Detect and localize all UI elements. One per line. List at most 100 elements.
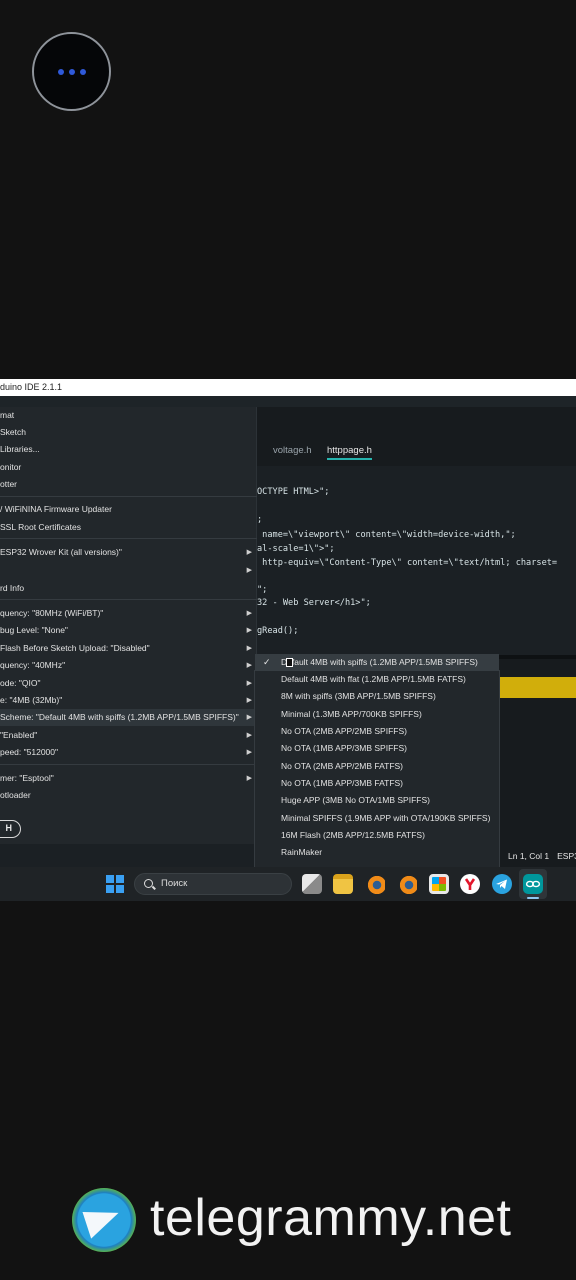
menu-item-burn-bootloader[interactable]: otloader bbox=[0, 787, 257, 804]
microsoft-store-icon[interactable] bbox=[429, 874, 449, 894]
partition-option[interactable]: Default 4MB with ffat (1.2MB APP/1.5MB F… bbox=[255, 671, 499, 688]
search-label: Поиск bbox=[161, 878, 188, 889]
code-line: OCTYPE HTML>"; bbox=[257, 487, 330, 497]
option-label: No OTA (2MB APP/2MB FATFS) bbox=[281, 761, 404, 771]
menu-item-partition-scheme[interactable]: Scheme: "Default 4MB with spiffs (1.2MB … bbox=[0, 709, 257, 726]
partition-option[interactable]: 16M Flash (2MB APP/12.5MB FATFS) bbox=[255, 827, 499, 844]
search-icon bbox=[144, 879, 153, 888]
partition-option[interactable]: No OTA (1MB APP/3MB SPIFFS) bbox=[255, 740, 499, 757]
partition-option[interactable]: No OTA (2MB APP/2MB FATFS) bbox=[255, 758, 499, 775]
menu-item-archive-sketch[interactable]: Sketch bbox=[0, 424, 257, 441]
menu-item-programmer[interactable]: mer: "Esptool" ▶ bbox=[0, 770, 257, 787]
code-line: ; bbox=[257, 515, 263, 525]
menu-separator bbox=[0, 496, 257, 497]
partition-option[interactable]: No OTA (1MB APP/3MB FATFS) bbox=[255, 775, 499, 792]
yandex-browser-icon[interactable] bbox=[460, 874, 480, 894]
submenu-arrow-icon: ▶ bbox=[246, 567, 252, 574]
watermark: telegrammy.net bbox=[72, 1186, 572, 1256]
menu-item-board[interactable]: ESP32 Wrover Kit (all versions)" ▶ bbox=[0, 544, 257, 561]
partition-option[interactable]: RainMaker bbox=[255, 844, 499, 861]
blender-icon[interactable] bbox=[365, 874, 385, 894]
partition-scheme-submenu: ✓ Default 4MB with spiffs (1.2MB APP/1.5M… bbox=[254, 654, 500, 884]
menu-item-debug-level[interactable]: bug Level: "None" ▶ bbox=[0, 622, 257, 639]
menu-item-label: otloader bbox=[0, 790, 31, 800]
more-options-button[interactable] bbox=[32, 32, 111, 111]
tools-menu: mat Sketch Libraries... onitor otter / W… bbox=[0, 407, 257, 877]
menu-item-label: e: "4MB (32Mb)" bbox=[0, 695, 63, 705]
menu-item-label: Flash Before Sketch Upload: "Disabled" bbox=[0, 643, 150, 653]
task-view-icon[interactable] bbox=[302, 874, 322, 894]
option-label: Huge APP (3MB No OTA/1MB SPIFFS) bbox=[281, 795, 430, 805]
menu-item-label: quency: "80MHz (WiFi/BT)" bbox=[0, 608, 104, 618]
menu-item-board-info[interactable]: rd Info bbox=[0, 580, 257, 597]
menu-item-label: mer: "Esptool" bbox=[0, 773, 54, 783]
code-line: gRead(); bbox=[257, 626, 299, 636]
option-label: Minimal (1.3MB APP/700KB SPIFFS) bbox=[281, 709, 422, 719]
menu-item-flash-frequency[interactable]: quency: "40MHz" ▶ bbox=[0, 657, 257, 674]
watermark-text: telegrammy.net bbox=[150, 1189, 512, 1247]
menu-item-flash-size[interactable]: e: "4MB (32Mb)" ▶ bbox=[0, 692, 257, 709]
menu-item-label: onitor bbox=[0, 462, 22, 472]
menu-item-label: Scheme: "Default 4MB with spiffs (1.2MB … bbox=[0, 712, 239, 722]
menu-item-firmware-updater[interactable]: / WiFiNINA Firmware Updater bbox=[0, 501, 257, 518]
menu-item-label: mat bbox=[0, 410, 15, 420]
option-label: No OTA (2MB APP/2MB SPIFFS) bbox=[281, 726, 407, 736]
partition-option[interactable]: Minimal (1.3MB APP/700KB SPIFFS) bbox=[255, 706, 499, 723]
output-toggle-button[interactable]: H bbox=[0, 820, 21, 838]
partition-option-default-spiffs[interactable]: ✓ Default 4MB with spiffs (1.2MB APP/1.5M… bbox=[255, 654, 499, 671]
code-line: "; bbox=[257, 585, 268, 595]
menu-item-manage-libraries[interactable]: Libraries... bbox=[0, 441, 257, 458]
tab-voltage[interactable]: voltage.h bbox=[273, 442, 312, 460]
tab-httppage[interactable]: httppage.h bbox=[327, 442, 372, 460]
option-label: 16M Flash (2MB APP/12.5MB FATFS) bbox=[281, 830, 425, 840]
menu-item-erase-flash[interactable]: Flash Before Sketch Upload: "Disabled" ▶ bbox=[0, 640, 257, 657]
menu-item-serial-monitor[interactable]: onitor bbox=[0, 459, 257, 476]
code-editor[interactable]: OCTYPE HTML>"; ; name=\"viewport\" conte… bbox=[257, 466, 576, 656]
menu-item-label: Libraries... bbox=[0, 444, 40, 454]
option-label: Default 4MB with spiffs (1.2MB APP/1.5MB… bbox=[281, 657, 478, 667]
code-line: http-equiv=\"Content-Type\" content=\"te… bbox=[257, 558, 558, 568]
menu-item-ssl-certificates[interactable]: SSL Root Certificates bbox=[0, 519, 257, 536]
editor-tabs: voltage.h httppage.h bbox=[257, 436, 576, 466]
option-label: RainMaker bbox=[281, 847, 323, 857]
screenshot-frame: duino IDE 2.1.1 voltage.h httppage.h OCT… bbox=[0, 379, 576, 901]
partition-option[interactable]: No OTA (2MB APP/2MB SPIFFS) bbox=[255, 723, 499, 740]
windows-start-icon[interactable] bbox=[106, 875, 124, 893]
submenu-arrow-icon: ▶ bbox=[246, 732, 252, 739]
code-line: al-scale=1\">"; bbox=[257, 544, 335, 554]
menu-separator bbox=[0, 599, 257, 600]
partition-option[interactable]: Huge APP (3MB No OTA/1MB SPIFFS) bbox=[255, 792, 499, 809]
menu-item-port[interactable]: ▶ bbox=[0, 562, 257, 579]
menu-item-psram[interactable]: "Enabled" ▶ bbox=[0, 727, 257, 744]
windows-taskbar: Поиск bbox=[0, 867, 576, 901]
submenu-arrow-icon: ▶ bbox=[246, 697, 252, 704]
menu-item-flash-mode[interactable]: ode: "QIO" ▶ bbox=[0, 675, 257, 692]
submenu-arrow-icon: ▶ bbox=[246, 645, 252, 652]
telegram-icon[interactable] bbox=[492, 874, 512, 894]
menu-item-cpu-frequency[interactable]: quency: "80MHz (WiFi/BT)" ▶ bbox=[0, 605, 257, 622]
blender-icon[interactable] bbox=[397, 874, 417, 894]
taskbar-search-box[interactable]: Поиск bbox=[134, 873, 292, 895]
submenu-arrow-icon: ▶ bbox=[246, 775, 252, 782]
active-app-indicator bbox=[527, 897, 539, 899]
window-title: duino IDE 2.1.1 bbox=[0, 379, 576, 396]
arduino-ide-icon[interactable] bbox=[523, 874, 543, 894]
toolbar bbox=[0, 396, 576, 407]
code-line: name=\"viewport\" content=\"width=device… bbox=[257, 530, 516, 540]
menu-item-label: rd Info bbox=[0, 583, 25, 593]
submenu-arrow-icon: ▶ bbox=[246, 680, 252, 687]
output-highlight bbox=[500, 677, 576, 698]
menu-item-auto-format[interactable]: mat bbox=[0, 407, 257, 424]
checkmark-icon: ✓ bbox=[263, 657, 271, 667]
menu-item-upload-speed[interactable]: peed: "512000" ▶ bbox=[0, 744, 257, 761]
partition-option[interactable]: Minimal SPIFFS (1.9MB APP with OTA/190KB… bbox=[255, 810, 499, 827]
file-explorer-icon[interactable] bbox=[333, 874, 353, 894]
cursor-position: Ln 1, Col 1 bbox=[508, 851, 550, 861]
dot-icon bbox=[79, 68, 86, 75]
menu-item-serial-plotter[interactable]: otter bbox=[0, 476, 257, 493]
menu-item-label: SSL Root Certificates bbox=[0, 522, 81, 532]
submenu-arrow-icon: ▶ bbox=[246, 549, 252, 556]
option-label: Default 4MB with ffat (1.2MB APP/1.5MB F… bbox=[281, 674, 466, 684]
partition-option[interactable]: 8M with spiffs (3MB APP/1.5MB SPIFFS) bbox=[255, 688, 499, 705]
option-label: No OTA (1MB APP/3MB SPIFFS) bbox=[281, 743, 407, 753]
